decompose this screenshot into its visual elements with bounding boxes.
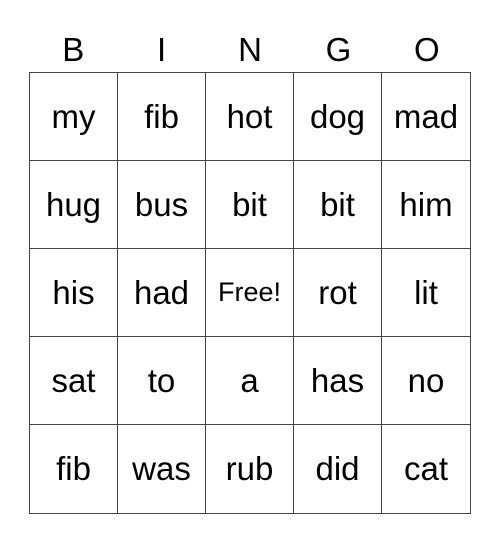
bingo-cell: my	[30, 73, 118, 161]
header-letter: O	[413, 31, 440, 68]
bingo-cell: fib	[30, 425, 118, 513]
bingo-cell: his	[30, 249, 118, 337]
header-letter: G	[325, 31, 352, 68]
header-letter: N	[238, 31, 262, 68]
bingo-cell: cat	[403, 450, 449, 487]
bingo-cell: dog	[294, 73, 382, 161]
bingo-cell: has	[294, 337, 382, 425]
bingo-cell: did	[294, 425, 382, 513]
bingo-cell: rub	[206, 425, 294, 513]
bingo-cell: him	[382, 161, 470, 249]
bingo-cell: mad	[382, 73, 470, 161]
bingo-cell: hug	[30, 161, 118, 249]
bingo-cell: was	[118, 425, 206, 513]
bingo-cell: hot	[206, 73, 294, 161]
bingo-cell: no	[382, 337, 470, 425]
header-letter: B	[62, 31, 85, 68]
bingo-cell: to	[118, 337, 206, 425]
bingo-cell: a	[206, 337, 294, 425]
bingo-cell: had	[118, 249, 206, 337]
bingo-cell: rot	[294, 249, 382, 337]
bingo-cell: bit	[294, 161, 382, 249]
bingo-cell: lit	[382, 249, 470, 337]
header-letter: I	[157, 31, 167, 68]
bingo-grid: my fib hot dog mad hug bus bit bit him his had Free!…	[29, 72, 471, 514]
free-space-cell: Free!	[206, 249, 294, 337]
bingo-cell: fib	[118, 73, 206, 161]
bingo-cell: bit	[206, 161, 294, 249]
bingo-header: B I N G O	[29, 28, 471, 72]
bingo-cell: bus	[118, 161, 206, 249]
bingo-cell: sat	[30, 337, 118, 425]
